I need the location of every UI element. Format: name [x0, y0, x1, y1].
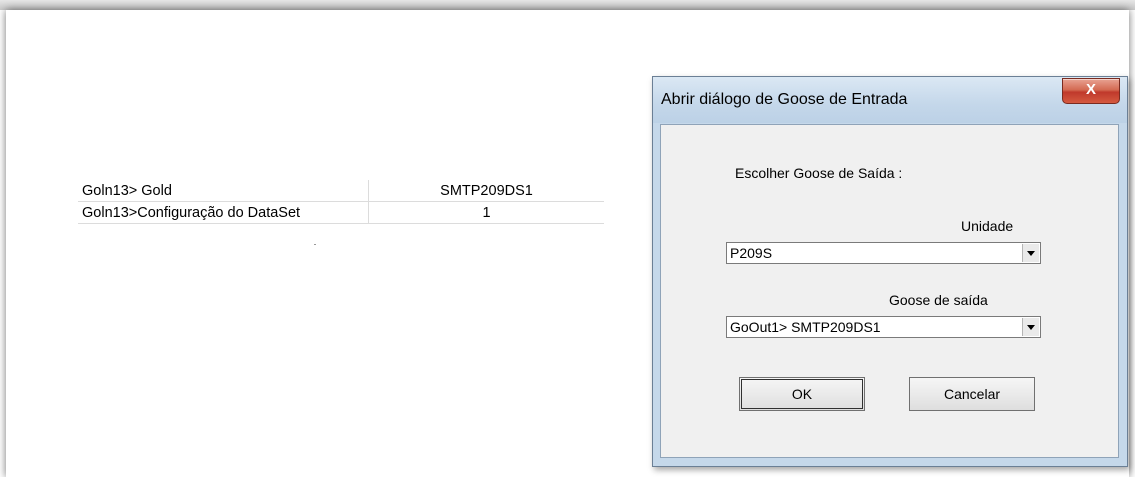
property-value: SMTP209DS1	[368, 180, 604, 202]
top-shade	[0, 0, 1135, 10]
unidade-select[interactable]: P209S	[726, 242, 1041, 264]
unidade-label: Unidade	[961, 218, 1014, 234]
table-row: Goln13>Configuração do DataSet 1	[78, 201, 604, 224]
ok-button[interactable]: OK	[739, 377, 865, 411]
table-row: Goln13> Gold SMTP209DS1	[78, 180, 604, 202]
goose-label: Goose de saída	[889, 292, 988, 308]
dialog-title: Abrir diálogo de Goose de Entrada	[661, 91, 908, 108]
close-button[interactable]: X	[1062, 78, 1120, 104]
goose-select[interactable]: GoOut1> SMTP209DS1	[726, 316, 1041, 338]
dialog-body: Escolher Goose de Saída : Unidade P209S …	[660, 124, 1119, 458]
property-value: 1	[368, 201, 604, 224]
chevron-down-icon[interactable]	[1022, 318, 1039, 336]
dialog-titlebar[interactable]: Abrir diálogo de Goose de Entrada X	[653, 77, 1127, 123]
property-key: Goln13>Configuração do DataSet	[78, 201, 369, 224]
goose-input-dialog: Abrir diálogo de Goose de Entrada X Esco…	[652, 76, 1128, 467]
chevron-down-icon[interactable]	[1022, 244, 1039, 262]
unidade-select-value: P209S	[730, 245, 773, 261]
close-icon: X	[1085, 81, 1096, 98]
goose-select-value: GoOut1> SMTP209DS1	[730, 319, 881, 335]
property-key: Goln13> Gold	[78, 180, 369, 202]
stray-dot	[314, 244, 316, 245]
cancel-button[interactable]: Cancelar	[909, 377, 1035, 411]
properties-table: Goln13> Gold SMTP209DS1 Goln13>Configura…	[78, 180, 604, 224]
prompt-label: Escolher Goose de Saída :	[735, 165, 903, 181]
